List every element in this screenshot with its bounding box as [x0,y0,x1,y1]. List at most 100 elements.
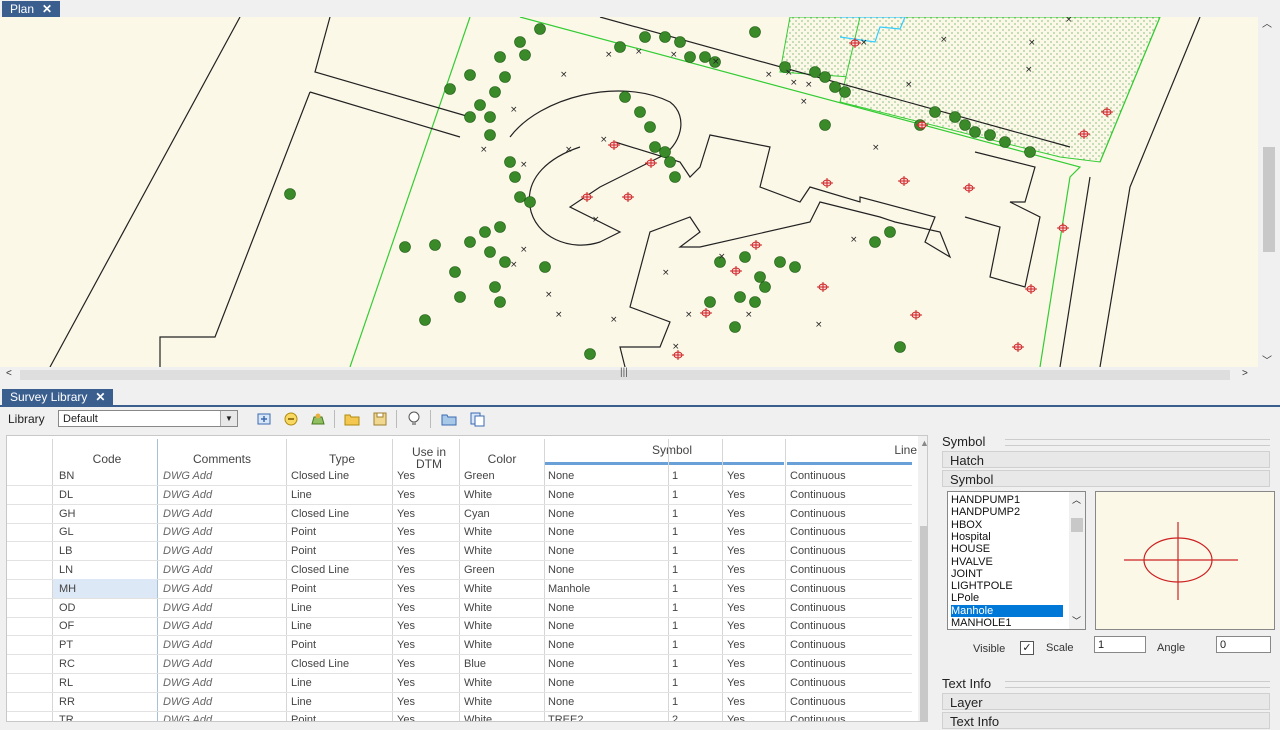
cell-comments[interactable]: DWG Add [163,526,212,538]
cell-comments[interactable]: DWG Add [163,620,212,632]
scale-input[interactable]: 1 [1094,636,1146,653]
cell-type[interactable]: Point [291,639,316,651]
cell-code[interactable]: RC [59,658,75,670]
remove-icon[interactable] [282,410,300,428]
cell-type[interactable]: Line [291,602,312,614]
cell-type[interactable]: Line [291,620,312,632]
cell-dtm[interactable]: Yes [397,696,415,708]
cell-color[interactable]: Blue [464,658,486,670]
cell-visible[interactable]: Yes [727,658,745,670]
table-row[interactable]: LB DWG Add Point Yes White None 1 Yes Continuous [7,541,912,562]
cell-line[interactable]: Continuous [790,620,846,632]
cell-size[interactable]: 1 [672,620,678,632]
cell-visible[interactable]: Yes [727,677,745,689]
open-folder-icon[interactable] [343,410,361,428]
cell-comments[interactable]: DWG Add [163,470,212,482]
symbol-list[interactable]: ︿ ﹀ HANDPUMP1 HANDPUMP2 HBOX Hospital HOUSE H… [947,491,1086,630]
cell-line[interactable]: Continuous [790,639,846,651]
column-header-line[interactable]: Line [857,443,917,457]
table-row[interactable]: PT DWG Add Point Yes White None 1 Yes Continuous [7,635,912,656]
cell-comments[interactable]: DWG Add [163,602,212,614]
cell-type[interactable]: Closed Line [291,564,349,576]
close-icon[interactable]: ✕ [95,390,105,404]
cell-symbol[interactable]: None [548,564,574,576]
cell-line[interactable]: Continuous [790,508,846,520]
scroll-up-icon[interactable]: ▲ [920,438,927,448]
cell-code[interactable]: RL [59,677,73,689]
cell-comments[interactable]: DWG Add [163,714,212,721]
cell-comments[interactable]: DWG Add [163,677,212,689]
cell-size[interactable]: 2 [672,714,678,721]
cell-size[interactable]: 1 [672,583,678,595]
layer-group[interactable]: Layer [942,693,1270,710]
cell-code[interactable]: PT [59,639,73,651]
scroll-thumb[interactable] [1263,147,1275,252]
column-header-symbol[interactable]: Symbol [552,443,792,457]
cell-type[interactable]: Line [291,489,312,501]
cell-symbol[interactable]: None [548,470,574,482]
cell-dtm[interactable]: Yes [397,677,415,689]
cell-code[interactable]: GL [59,526,74,538]
visible-checkbox[interactable]: ✓ [1020,641,1034,655]
save-icon[interactable] [371,410,389,428]
cell-size[interactable]: 1 [672,545,678,557]
cell-visible[interactable]: Yes [727,470,745,482]
column-header-color[interactable]: Color [467,452,537,466]
import-icon[interactable] [309,410,327,428]
symbol-list-item[interactable]: LPole [951,592,1063,604]
cell-color[interactable]: White [464,602,492,614]
cell-code[interactable]: TR [59,714,74,721]
close-icon[interactable]: ✕ [42,2,52,16]
cell-visible[interactable]: Yes [727,564,745,576]
cell-visible[interactable]: Yes [727,526,745,538]
cell-color[interactable]: Green [464,470,495,482]
cell-visible[interactable]: Yes [727,545,745,557]
cell-size[interactable]: 1 [672,470,678,482]
cell-color[interactable]: Green [464,564,495,576]
cell-size[interactable]: 1 [672,564,678,576]
cell-code[interactable]: MH [59,583,76,595]
symbol-list-item[interactable]: HANDPUMP2 [951,506,1063,518]
cell-line[interactable]: Continuous [790,470,846,482]
cell-code[interactable]: LN [59,564,73,576]
cell-symbol[interactable]: None [548,602,574,614]
cell-type[interactable]: Point [291,714,316,721]
table-row[interactable]: GL DWG Add Point Yes White None 1 Yes Continuous [7,522,912,543]
symbol-list-item[interactable]: HVALVE [951,556,1063,568]
cell-visible[interactable]: Yes [727,489,745,501]
cell-type[interactable]: Point [291,526,316,538]
plan-canvas[interactable]: ×××××××××××××××××××××××××××××××××××× [0,17,1258,367]
cell-visible[interactable]: Yes [727,696,745,708]
browse-folder-icon[interactable] [440,410,458,428]
cell-symbol[interactable]: None [548,620,574,632]
symbol-list-item[interactable]: HANDPUMP1 [951,494,1063,506]
cell-dtm[interactable]: Yes [397,508,415,520]
cell-comments[interactable]: DWG Add [163,696,212,708]
library-select[interactable]: Default ▼ [58,410,238,427]
cell-dtm[interactable]: Yes [397,564,415,576]
symbol-list-item[interactable]: HOUSE [951,543,1063,555]
chevron-down-icon[interactable]: ▼ [220,411,237,426]
cell-color[interactable]: White [464,639,492,651]
cell-color[interactable]: Cyan [464,508,490,520]
cell-visible[interactable]: Yes [727,602,745,614]
cell-line[interactable]: Continuous [790,489,846,501]
scroll-down-icon[interactable]: ﹀ [1072,614,1081,627]
cell-type[interactable]: Closed Line [291,658,349,670]
cell-size[interactable]: 1 [672,489,678,501]
symbol-list-item[interactable]: JOINT [951,568,1063,580]
cell-code[interactable]: OF [59,620,74,632]
cell-line[interactable]: Continuous [790,545,846,557]
table-row[interactable]: RL DWG Add Line Yes White None 1 Yes Continuous [7,673,912,693]
table-row[interactable]: BN DWG Add Closed Line Yes Green None 1 Yes Cont… [7,466,912,486]
cell-type[interactable]: Point [291,545,316,557]
cell-type[interactable]: Line [291,696,312,708]
cell-dtm[interactable]: Yes [397,526,415,538]
cell-code[interactable]: OD [59,602,76,614]
table-row[interactable]: RC DWG Add Closed Line Yes Blue None 1 Yes Conti… [7,654,912,674]
cell-type[interactable]: Line [291,677,312,689]
table-row[interactable]: TR DWG Add Point Yes White TREE2 2 Yes Continuou… [7,710,912,721]
cell-color[interactable]: White [464,583,492,595]
cell-dtm[interactable]: Yes [397,620,415,632]
plan-horizontal-scrollbar[interactable]: < ||| > [0,367,1258,383]
